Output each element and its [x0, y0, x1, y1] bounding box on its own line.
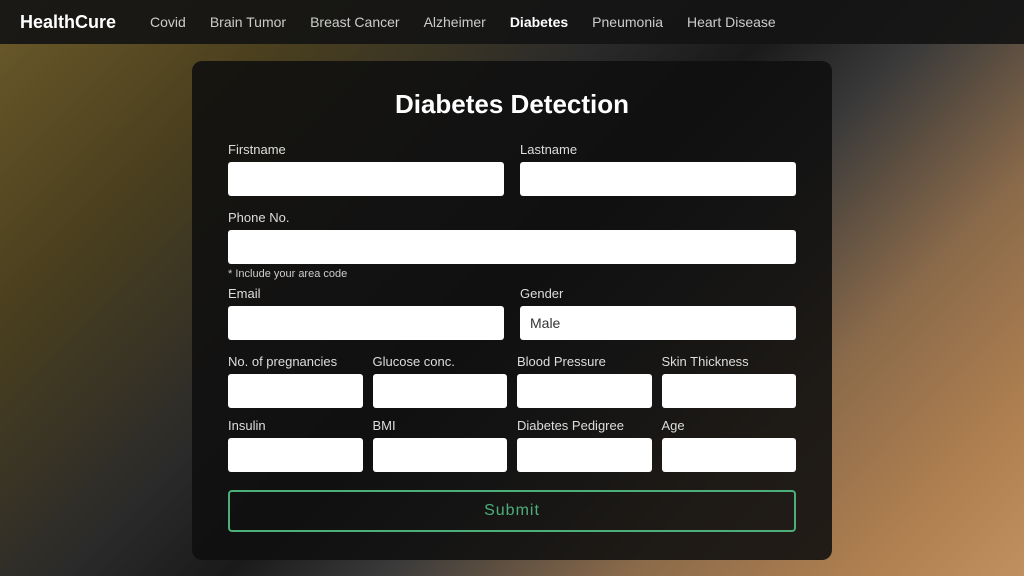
age-input[interactable]	[662, 438, 797, 472]
bmi-input[interactable]	[373, 438, 508, 472]
lastname-input[interactable]	[520, 162, 796, 196]
gender-group: Gender	[520, 286, 796, 340]
email-group: Email	[228, 286, 504, 340]
brand-logo: HealthCure	[20, 12, 116, 33]
form-title: Diabetes Detection	[228, 89, 796, 120]
age-label: Age	[662, 418, 797, 433]
insulin-group: Insulin	[228, 418, 363, 472]
insulin-label: Insulin	[228, 418, 363, 433]
bmi-group: BMI	[373, 418, 508, 472]
phone-label: Phone No.	[228, 210, 796, 225]
nav-item-heart-disease[interactable]: Heart Disease	[687, 14, 776, 30]
skin-group: Skin Thickness	[662, 354, 797, 408]
nav-item-brain-tumor[interactable]: Brain Tumor	[210, 14, 286, 30]
medical-row-1: No. of pregnancies Glucose conc. Blood P…	[228, 354, 796, 408]
skin-input[interactable]	[662, 374, 797, 408]
diabetes-pedigree-label: Diabetes Pedigree	[517, 418, 652, 433]
name-row: Firstname Lastname	[228, 142, 796, 196]
firstname-input[interactable]	[228, 162, 504, 196]
pregnancies-group: No. of pregnancies	[228, 354, 363, 408]
nav-item-alzheimer[interactable]: Alzheimer	[424, 14, 486, 30]
diabetes-pedigree-input[interactable]	[517, 438, 652, 472]
phone-hint: * Include your area code	[228, 268, 796, 280]
phone-input[interactable]	[228, 230, 796, 264]
nav-item-pneumonia[interactable]: Pneumonia	[592, 14, 663, 30]
medical-row-2: Insulin BMI Diabetes Pedigree Age	[228, 418, 796, 472]
firstname-label: Firstname	[228, 142, 504, 157]
gender-input[interactable]	[520, 306, 796, 340]
pregnancies-label: No. of pregnancies	[228, 354, 363, 369]
bmi-label: BMI	[373, 418, 508, 433]
main-content: Diabetes Detection Firstname Lastname Ph…	[0, 44, 1024, 576]
navbar: HealthCure Covid Brain Tumor Breast Canc…	[0, 0, 1024, 44]
lastname-label: Lastname	[520, 142, 796, 157]
insulin-input[interactable]	[228, 438, 363, 472]
glucose-group: Glucose conc.	[373, 354, 508, 408]
form-card: Diabetes Detection Firstname Lastname Ph…	[192, 61, 832, 560]
bp-label: Blood Pressure	[517, 354, 652, 369]
bp-group: Blood Pressure	[517, 354, 652, 408]
age-group: Age	[662, 418, 797, 472]
phone-group: Phone No.	[228, 210, 796, 264]
nav-item-diabetes[interactable]: Diabetes	[510, 14, 568, 30]
nav-item-covid[interactable]: Covid	[150, 14, 186, 30]
lastname-group: Lastname	[520, 142, 796, 196]
skin-label: Skin Thickness	[662, 354, 797, 369]
glucose-label: Glucose conc.	[373, 354, 508, 369]
pregnancies-input[interactable]	[228, 374, 363, 408]
email-gender-row: Email Gender	[228, 286, 796, 340]
diabetes-pedigree-group: Diabetes Pedigree	[517, 418, 652, 472]
glucose-input[interactable]	[373, 374, 508, 408]
firstname-group: Firstname	[228, 142, 504, 196]
gender-label: Gender	[520, 286, 796, 301]
submit-button[interactable]: Submit	[228, 490, 796, 532]
email-label: Email	[228, 286, 504, 301]
email-input[interactable]	[228, 306, 504, 340]
nav-item-breast-cancer[interactable]: Breast Cancer	[310, 14, 399, 30]
bp-input[interactable]	[517, 374, 652, 408]
